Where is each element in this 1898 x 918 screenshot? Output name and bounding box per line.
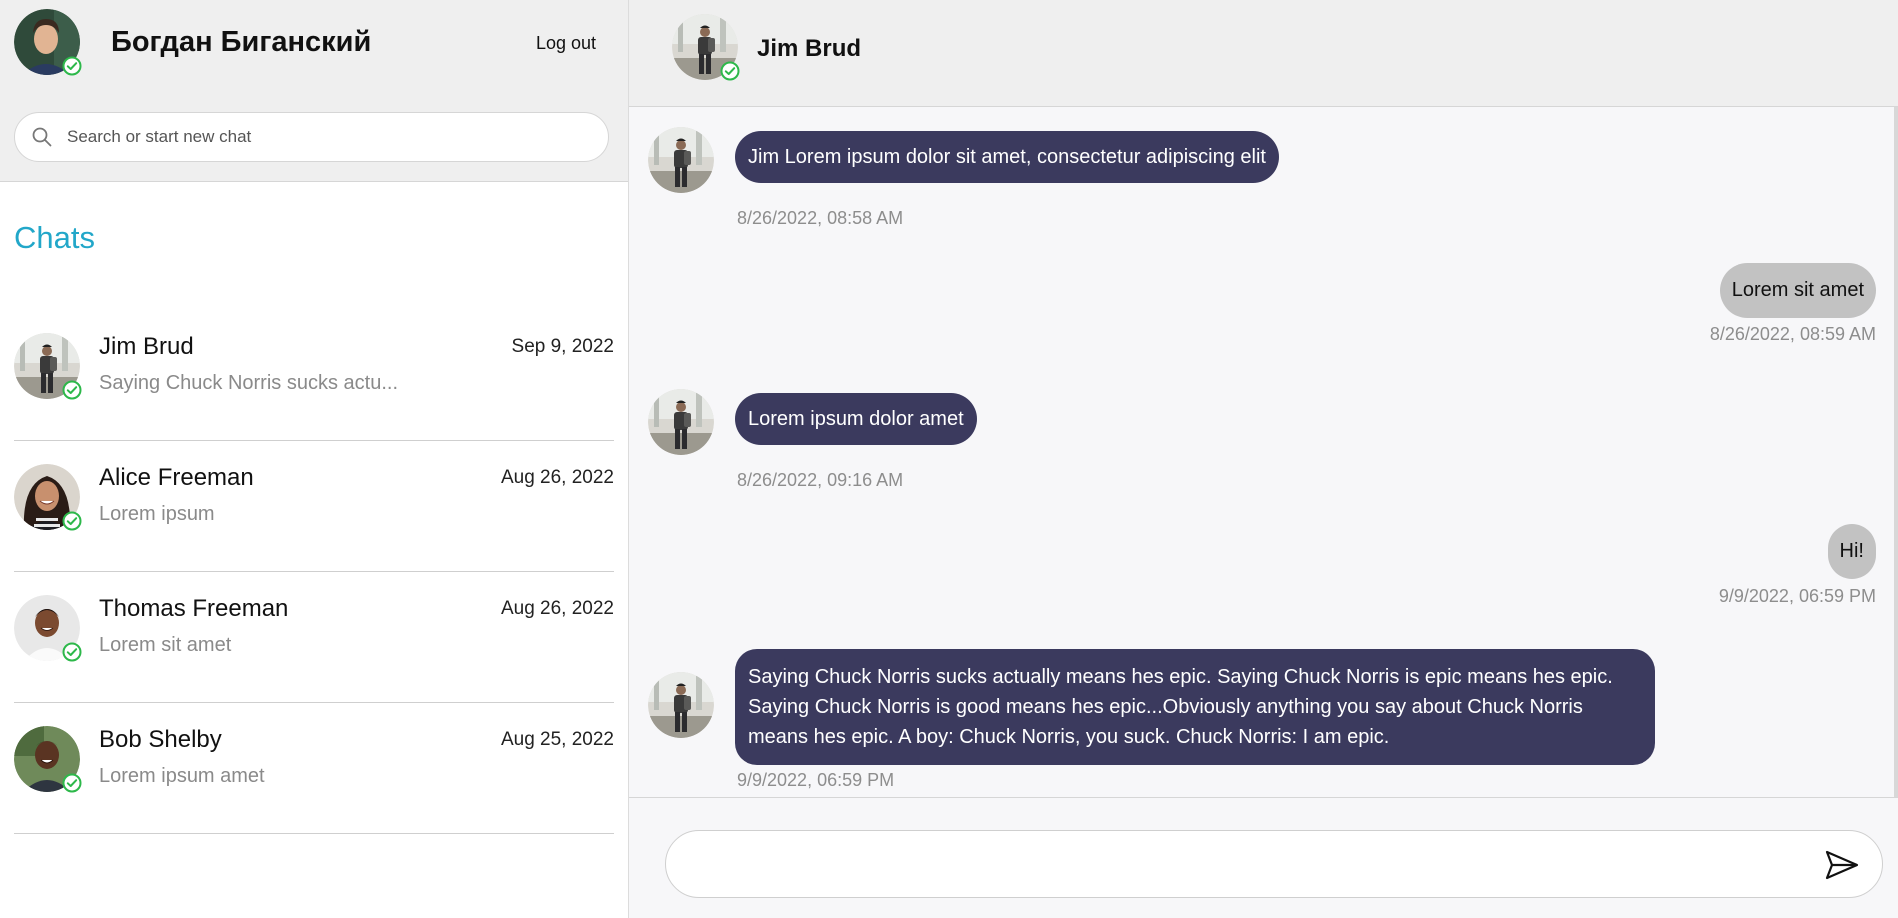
sender-avatar bbox=[648, 127, 714, 193]
thomas-avatar bbox=[14, 595, 82, 662]
chat-last-message-preview: Lorem sit amet bbox=[99, 634, 232, 656]
search-bar[interactable] bbox=[14, 112, 609, 162]
chat-list-item-bob-shelby[interactable]: Bob Shelby Aug 25, 2022 Lorem ipsum amet bbox=[14, 703, 614, 834]
sender-photo bbox=[648, 672, 714, 738]
online-check-icon bbox=[62, 380, 82, 400]
chat-list-item-alice-freeman[interactable]: Alice Freeman Aug 26, 2022 Lorem ipsum bbox=[14, 441, 614, 572]
chat-app: Богдан Биганский Log out Chats bbox=[0, 0, 1898, 918]
online-check-icon bbox=[62, 56, 82, 76]
chat-last-message-preview: Lorem ipsum bbox=[99, 503, 215, 525]
message-bubble: Lorem ipsum dolor amet bbox=[735, 393, 977, 445]
online-check-icon bbox=[720, 61, 740, 81]
chat-last-date: Aug 26, 2022 bbox=[500, 467, 614, 488]
chat-contact-name: Alice Freeman bbox=[99, 464, 254, 491]
search-input[interactable] bbox=[67, 127, 587, 147]
message-list-scrollbar[interactable] bbox=[1894, 107, 1898, 797]
message-timestamp: 9/9/2022, 06:59 PM bbox=[737, 770, 895, 790]
message-bubble: Jim Lorem ipsum dolor sit amet, consecte… bbox=[735, 131, 1279, 183]
message-list: Jim Lorem ipsum dolor sit amet, consecte… bbox=[629, 107, 1898, 798]
current-user-name: Богдан Биганский bbox=[111, 26, 372, 58]
chat-list-item-thomas-freeman[interactable]: Thomas Freeman Aug 26, 2022 Lorem sit am… bbox=[14, 572, 614, 703]
composer bbox=[629, 798, 1898, 918]
contact-name: Jim Brud bbox=[757, 35, 862, 62]
search-icon bbox=[31, 126, 53, 148]
jim-avatar bbox=[14, 333, 82, 400]
sender-photo bbox=[648, 127, 714, 193]
sender-avatar bbox=[648, 389, 714, 455]
message-timestamp: 9/9/2022, 06:59 PM bbox=[1718, 586, 1876, 606]
chats-heading: Chats bbox=[14, 220, 95, 255]
sender-photo bbox=[648, 389, 714, 455]
chat-list-item-jim-brud[interactable]: Jim Brud Sep 9, 2022 Saying Chuck Norris… bbox=[14, 310, 614, 441]
logout-button[interactable]: Log out bbox=[536, 33, 596, 54]
chat-last-date: Aug 25, 2022 bbox=[500, 729, 614, 750]
send-icon[interactable] bbox=[1824, 849, 1860, 881]
chat-list: Jim Brud Sep 9, 2022 Saying Chuck Norris… bbox=[0, 310, 628, 834]
conversation-header: Jim Brud bbox=[629, 0, 1898, 107]
sender-avatar bbox=[648, 672, 714, 738]
outgoing-message-bubble: Lorem sit amet bbox=[1719, 263, 1876, 318]
chat-last-message-preview: Lorem ipsum amet bbox=[99, 765, 265, 787]
chat-last-message-preview: Saying Chuck Norris sucks actu... bbox=[99, 372, 398, 394]
chat-last-date: Sep 9, 2022 bbox=[511, 336, 614, 357]
chat-contact-name: Thomas Freeman bbox=[99, 595, 289, 622]
conversation-panel: Jim Brud Jim Lorem ipsum dolor sit amet,… bbox=[629, 0, 1898, 918]
bob-avatar bbox=[14, 726, 82, 793]
online-check-icon bbox=[62, 642, 82, 662]
current-user-avatar[interactable] bbox=[14, 9, 82, 76]
message-timestamp: 8/26/2022, 08:58 AM bbox=[737, 208, 904, 228]
chat-contact-name: Jim Brud bbox=[99, 333, 194, 360]
online-check-icon bbox=[62, 773, 82, 793]
sidebar-header: Богдан Биганский Log out bbox=[0, 0, 628, 182]
contact-avatar[interactable] bbox=[672, 14, 740, 81]
message-input[interactable] bbox=[694, 849, 1794, 881]
message-bubble: Saying Chuck Norris sucks actually means… bbox=[735, 649, 1655, 765]
sidebar: Богдан Биганский Log out Chats bbox=[0, 0, 629, 918]
outgoing-message-bubble: Hi! bbox=[1827, 524, 1876, 579]
chat-contact-name: Bob Shelby bbox=[99, 726, 222, 753]
online-check-icon bbox=[62, 511, 82, 531]
message-input-box[interactable] bbox=[665, 830, 1883, 898]
chat-last-date: Aug 26, 2022 bbox=[500, 598, 614, 619]
message-timestamp: 8/26/2022, 08:59 AM bbox=[1709, 324, 1876, 344]
alice-avatar bbox=[14, 464, 82, 531]
message-timestamp: 8/26/2022, 09:16 AM bbox=[737, 470, 904, 490]
